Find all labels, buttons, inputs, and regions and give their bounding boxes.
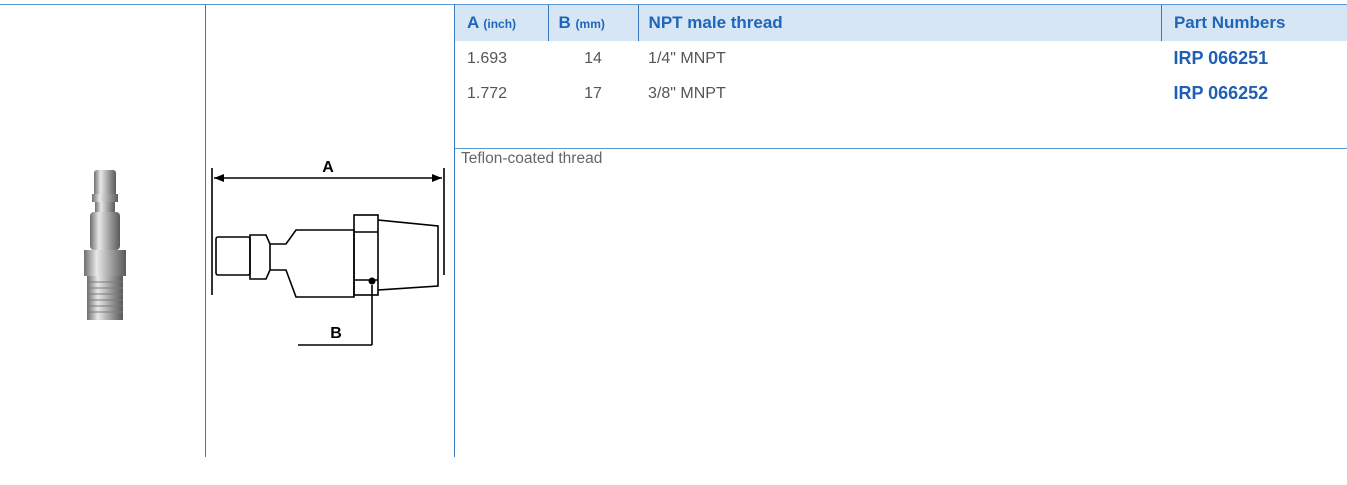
cell-b: 17: [584, 84, 602, 102]
cell-thread: 1/4" MNPT: [648, 49, 726, 67]
product-photo: [84, 170, 126, 320]
header-part-numbers: Part Numbers: [1160, 5, 1347, 41]
table-row: 1.693 14 1/4" MNPT IRP 066251: [455, 41, 1347, 76]
cell-thread: 3/8" MNPT: [648, 84, 726, 102]
thread-note: Teflon-coated thread: [455, 148, 1347, 169]
table-row: 1.772 17 3/8" MNPT IRP 066252: [455, 76, 1347, 111]
table-header-row: A (inch) B (mm) NPT male thread Part Num…: [455, 5, 1347, 41]
cell-b: 14: [584, 49, 602, 67]
cell-a: 1.772: [467, 84, 508, 102]
header-b: B (mm): [547, 5, 639, 41]
header-a: A (inch): [455, 5, 549, 41]
part-number-link[interactable]: IRP 066251: [1161, 41, 1347, 76]
spec-table: A (inch) B (mm) NPT male thread Part Num…: [455, 5, 1347, 111]
dimension-a-label: A: [322, 159, 334, 176]
dimension-b-label: B: [330, 325, 342, 342]
part-number-link[interactable]: IRP 066252: [1161, 76, 1347, 111]
header-thread: NPT male thread: [637, 5, 1162, 41]
technical-drawing: A B: [211, 159, 445, 346]
cell-a: 1.693: [467, 49, 508, 67]
